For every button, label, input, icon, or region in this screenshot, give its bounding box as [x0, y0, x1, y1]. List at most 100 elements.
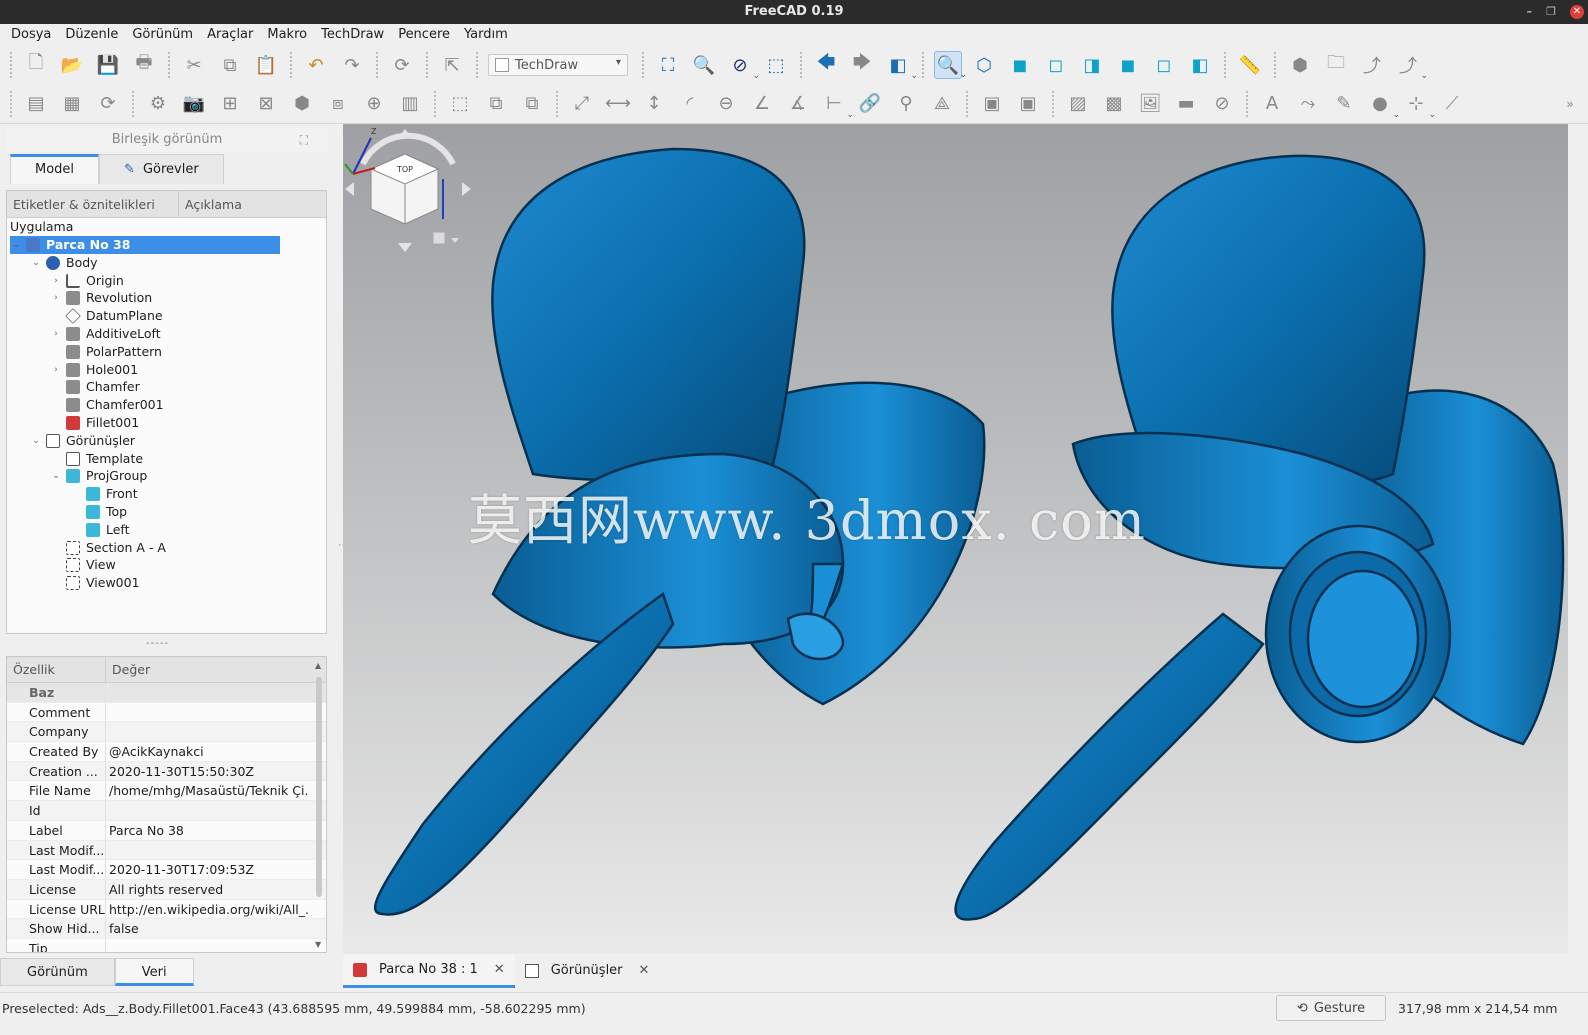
whats-this-icon[interactable]: ⇱: [438, 51, 466, 79]
bottom-view-icon[interactable]: ◻: [1150, 51, 1178, 79]
property-value[interactable]: All rights reserved: [106, 880, 308, 899]
rich-annotation-icon[interactable]: ✎: [1330, 90, 1358, 118]
tab-data[interactable]: Veri: [114, 958, 194, 986]
property-row[interactable]: Label Parca No 38: [7, 820, 326, 841]
float-panel-icon[interactable]: ⛶: [300, 128, 308, 152]
redo-icon[interactable]: ↷: [338, 51, 366, 79]
projection-group-icon[interactable]: ⊞: [216, 90, 244, 118]
cosmetic-vertex-icon[interactable]: ● ⌄: [1366, 90, 1400, 120]
property-row[interactable]: File Name/home/mhg/Masaüstü/Teknik Çi...: [7, 781, 326, 802]
tree-item[interactable]: DatumPlane: [50, 307, 163, 325]
tree-item[interactable]: ⌄ Parca No 38: [10, 236, 280, 254]
balloon-icon[interactable]: ⚲: [892, 90, 920, 118]
rotate-left-icon[interactable]: [345, 182, 354, 196]
property-row[interactable]: Last Modif...: [7, 840, 326, 861]
property-value[interactable]: http://en.wikipedia.org/wiki/All_...: [106, 900, 308, 919]
cosmetic-line-icon[interactable]: ⟋: [1438, 90, 1466, 118]
refresh-icon[interactable]: ⟳: [388, 51, 416, 79]
property-value[interactable]: false: [106, 919, 308, 938]
tree-item[interactable]: Template: [50, 450, 143, 468]
doc-tab-page[interactable]: Görünüşler ✕: [515, 954, 660, 988]
close-icon[interactable]: ✕: [1570, 5, 1584, 19]
tab-model[interactable]: Model: [10, 154, 100, 184]
fit-all-icon[interactable]: ⛶: [654, 51, 682, 79]
radius-dimension-icon[interactable]: ◜: [676, 90, 704, 118]
collapsed-chevron-icon[interactable]: ›: [50, 361, 62, 379]
3d-viewport[interactable]: 莫西网www. 3dmox. com TOP Z: [343, 124, 1568, 954]
save-icon[interactable]: 💾: [94, 51, 122, 79]
menu-edit[interactable]: Düzenle: [58, 24, 125, 46]
property-header-name[interactable]: Özellik: [7, 657, 106, 682]
collapsed-chevron-icon[interactable]: ›: [50, 272, 62, 290]
tree-item[interactable]: View: [50, 556, 116, 574]
export-dxf-icon[interactable]: ▣: [1014, 90, 1042, 118]
tree-item[interactable]: › Hole001: [50, 361, 138, 379]
symbol-icon[interactable]: ▬: [1172, 90, 1200, 118]
link-dimension-icon[interactable]: 🔗: [856, 90, 884, 118]
insert-page-icon[interactable]: ▤: [22, 90, 50, 118]
menu-tools[interactable]: Araçlar: [200, 24, 260, 46]
front-view-icon[interactable]: ◼: [1006, 51, 1034, 79]
geom-hatch-icon[interactable]: ▩: [1100, 90, 1128, 118]
tree-item[interactable]: › Origin: [50, 272, 124, 290]
minimize-icon[interactable]: –: [1527, 0, 1533, 24]
tree-item[interactable]: ⌄ Body: [30, 254, 98, 272]
diameter-dimension-icon[interactable]: ⊖: [712, 90, 740, 118]
close-tab-icon[interactable]: ✕: [639, 954, 650, 988]
property-row[interactable]: Comment: [7, 702, 326, 723]
leader-line-icon[interactable]: ⤳: [1294, 90, 1322, 118]
tree-item[interactable]: Chamfer001: [50, 396, 164, 414]
property-scrollbar[interactable]: ▲ ▼: [315, 661, 324, 949]
collapsed-chevron-icon[interactable]: ›: [50, 289, 62, 307]
rotate-down-icon[interactable]: [398, 243, 412, 252]
property-value[interactable]: Parca No 38: [106, 821, 308, 840]
clip-remove-icon[interactable]: ⧉: [518, 90, 546, 118]
tree-item[interactable]: Top: [70, 503, 127, 521]
length-dimension-icon[interactable]: ⤢: [568, 90, 596, 118]
property-value[interactable]: /home/mhg/Masaüstü/Teknik Çi...: [106, 781, 308, 800]
group-icon[interactable]: 🗀: [1322, 51, 1350, 79]
navigation-style-button[interactable]: ⟲ Gesture: [1276, 995, 1386, 1021]
expanded-chevron-icon[interactable]: ⌄: [30, 254, 42, 272]
menu-help[interactable]: Yardım: [457, 24, 515, 46]
expanded-chevron-icon[interactable]: ⌄: [10, 236, 22, 254]
menu-techdraw[interactable]: TechDraw: [314, 24, 391, 46]
angle-dimension-icon[interactable]: ∠: [748, 90, 776, 118]
property-group[interactable]: Baz: [7, 683, 326, 703]
rear-view-icon[interactable]: ◼: [1114, 51, 1142, 79]
property-row[interactable]: License URL http://en.wikipedia.org/wiki/…: [7, 899, 326, 920]
tree-item[interactable]: Chamfer: [50, 378, 140, 396]
tree-item[interactable]: ⌄ ProjGroup: [50, 467, 147, 485]
sync-view-icon[interactable]: ◧ ⌄: [884, 51, 918, 82]
spreadsheet-view-icon[interactable]: ▥: [396, 90, 424, 118]
property-row[interactable]: License All rights reserved: [7, 879, 326, 900]
redraw-icon[interactable]: ⟳: [94, 90, 122, 118]
open-file-icon[interactable]: 📂: [58, 51, 86, 79]
draw-style-icon[interactable]: ⊘ ⌄: [726, 51, 760, 82]
tree-item[interactable]: View001: [50, 574, 140, 592]
property-header-value[interactable]: Değer: [106, 657, 150, 682]
image-icon[interactable]: 🖼: [1136, 90, 1164, 118]
tree-item[interactable]: Front: [70, 485, 138, 503]
forward-icon[interactable]: 🡆: [848, 51, 876, 79]
std-views-icon[interactable]: 🔍 ⌄: [934, 51, 967, 80]
clip-group-icon[interactable]: ⬚: [446, 90, 474, 118]
bounding-box-icon[interactable]: ⬚: [762, 51, 790, 79]
right-view-icon[interactable]: ◨: [1078, 51, 1106, 79]
tree-item[interactable]: Left: [70, 521, 130, 539]
cut-icon[interactable]: ✂: [180, 51, 208, 79]
angle-3pt-dimension-icon[interactable]: ∡: [784, 90, 812, 118]
property-value[interactable]: @AcikKaynakci: [106, 742, 308, 761]
tree-item[interactable]: › Revolution: [50, 289, 152, 307]
copy-icon[interactable]: ⧉: [216, 51, 244, 79]
menu-file[interactable]: Dosya: [4, 24, 58, 46]
property-row[interactable]: Show Hid... false: [7, 919, 326, 939]
top-view-icon[interactable]: ◻: [1042, 51, 1070, 79]
collapsed-chevron-icon[interactable]: ›: [50, 325, 62, 343]
link-actions-icon[interactable]: ⤴ ⌄: [1394, 51, 1428, 81]
close-tab-icon[interactable]: ✕: [494, 953, 505, 987]
detail-view-icon[interactable]: ⬢: [288, 90, 316, 118]
paste-icon[interactable]: 📋: [252, 51, 280, 79]
fit-selection-icon[interactable]: 🔍: [690, 51, 718, 79]
property-row[interactable]: Tip: [7, 938, 326, 952]
